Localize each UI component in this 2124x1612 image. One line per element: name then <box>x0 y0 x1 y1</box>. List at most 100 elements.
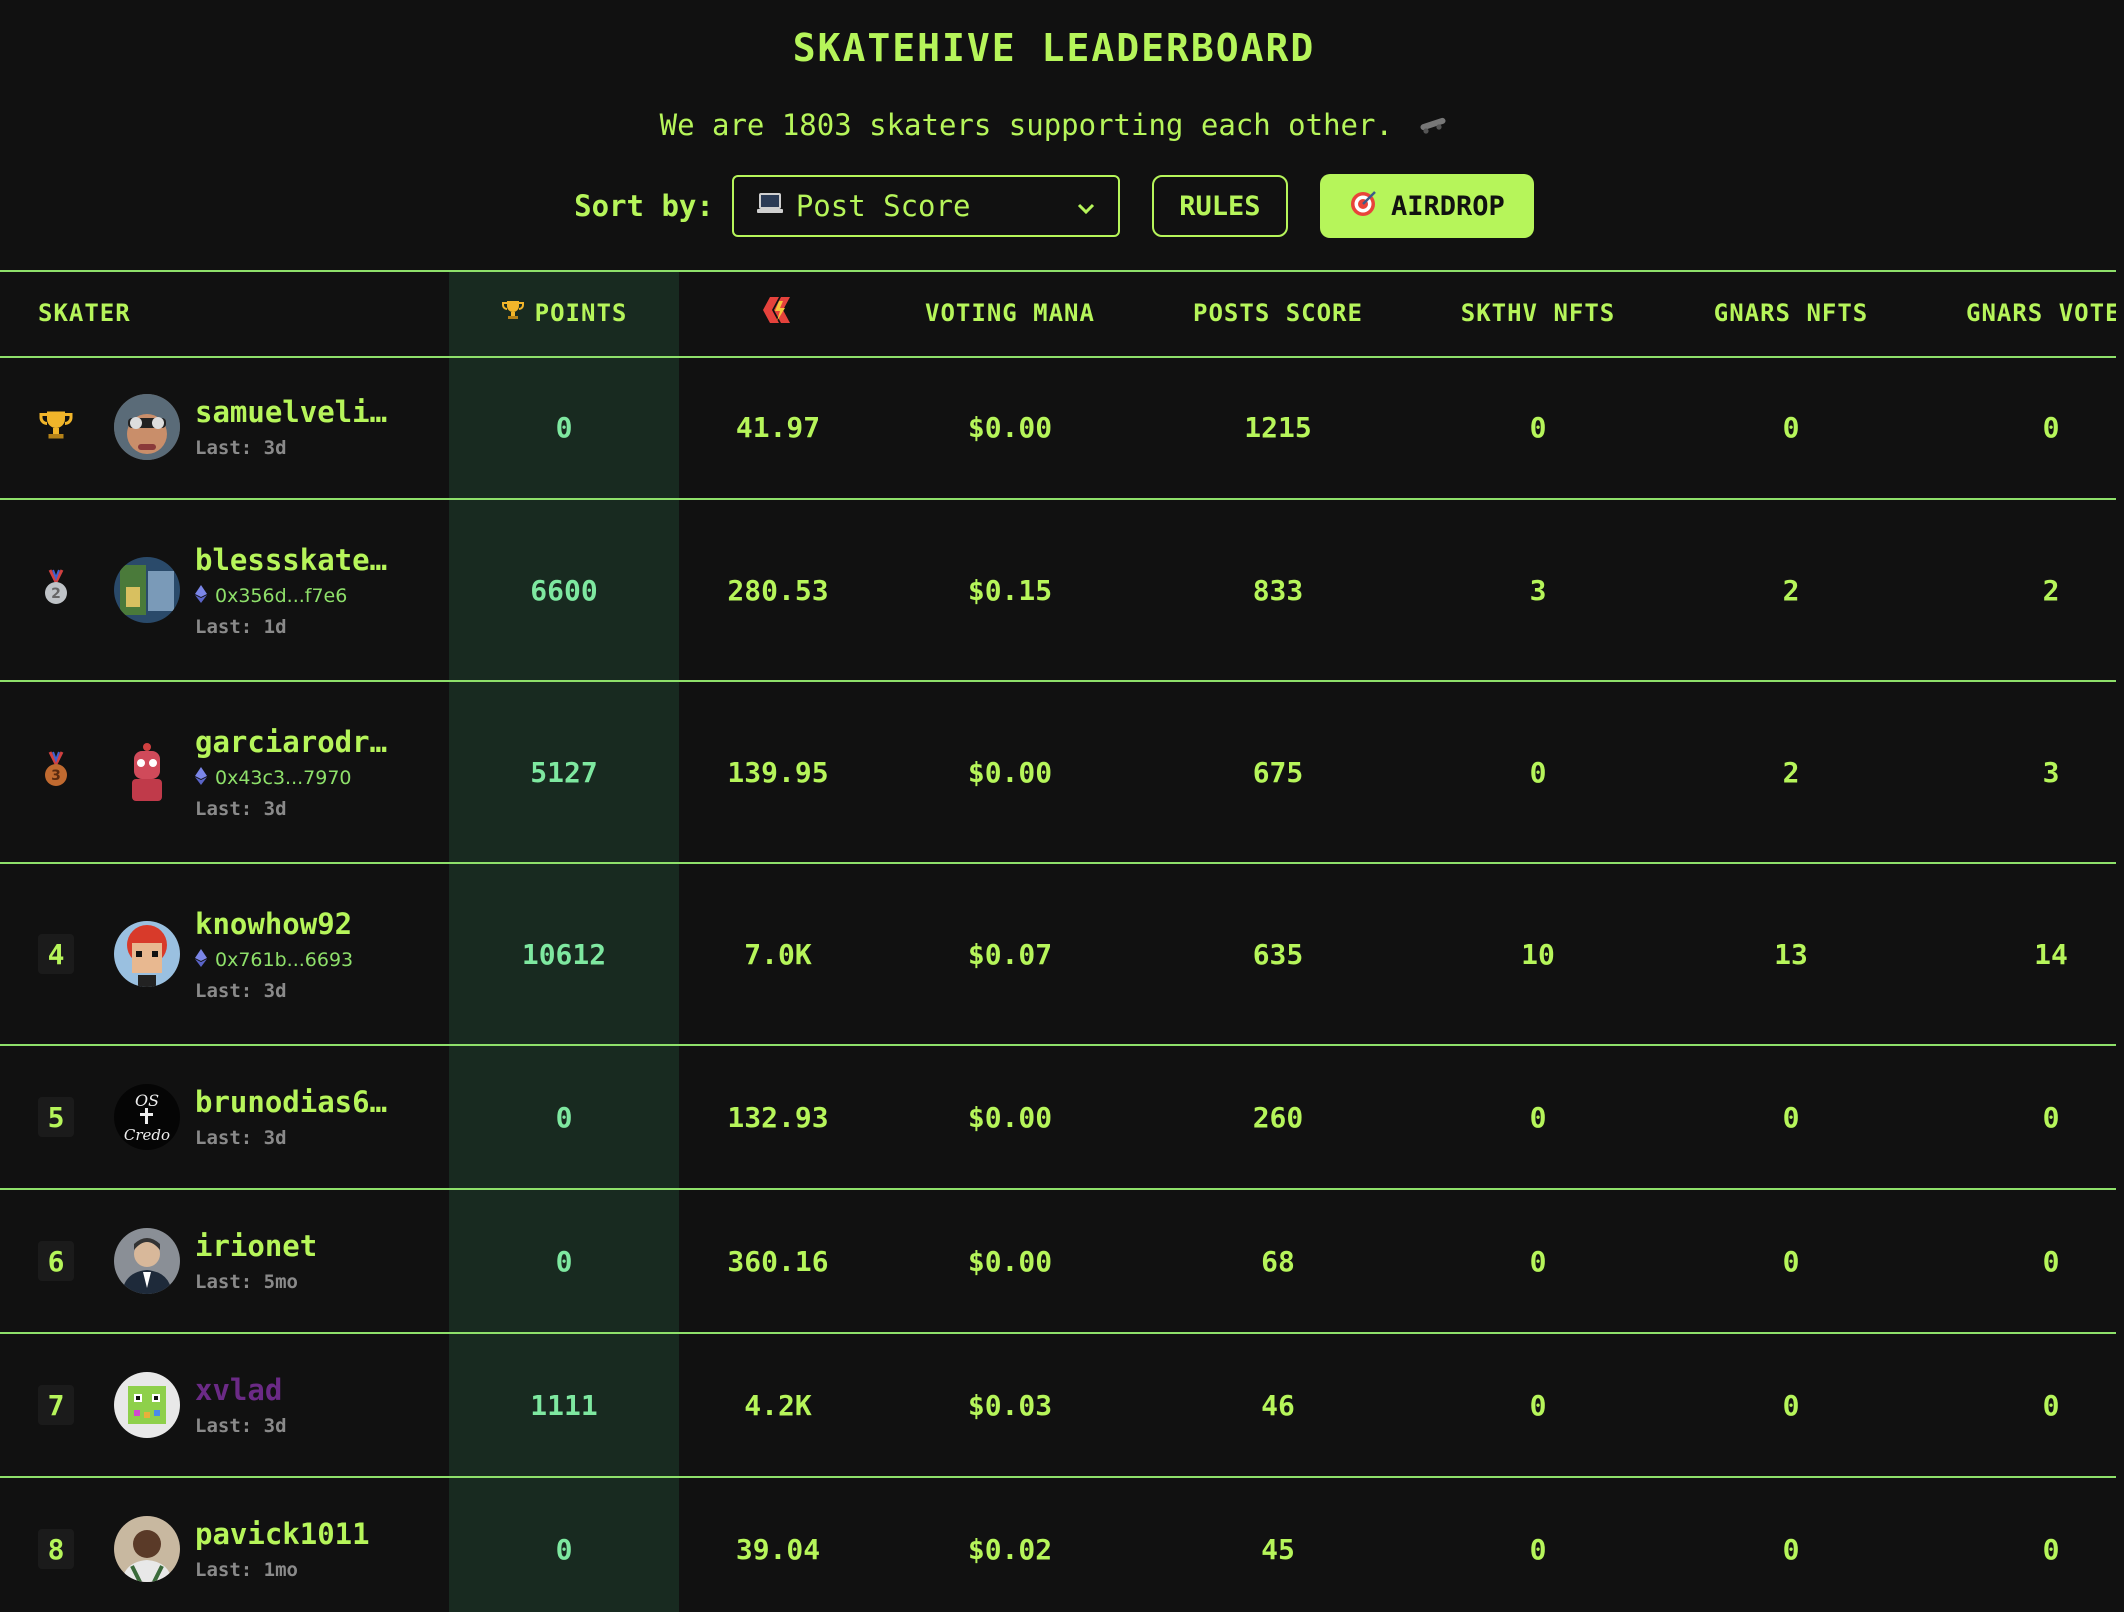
last-active: Last: 3d <box>195 797 287 820</box>
skthv-nfts-cell: 0 <box>1529 1532 1547 1566</box>
subtitle-text: We are 1803 skaters supporting each othe… <box>659 108 1393 142</box>
table-row[interactable]: 7 xvlad Last: 3d 1111 4.2K $0.03 46 0 0 … <box>0 1334 2116 1476</box>
column-header-hive-power[interactable] <box>679 270 877 356</box>
gnars-nfts-cell: 2 <box>1782 755 1800 789</box>
airdrop-button[interactable]: AIRDROP <box>1319 174 1534 238</box>
gnars-nfts-cell: 0 <box>1782 1244 1800 1278</box>
airdrop-label: AIRDROP <box>1390 190 1505 222</box>
table-row[interactable]: 3 garciarodr… 0x43c3...7970 Last: 3d 512… <box>0 682 2116 862</box>
wallet-text: 0x761b...6693 <box>215 949 354 971</box>
rank-cell: 5 <box>38 1046 74 1188</box>
avatar[interactable] <box>114 1516 180 1582</box>
posts-score-cell: 68 <box>1261 1244 1295 1278</box>
svg-text:OS: OS <box>135 1091 159 1110</box>
avatar[interactable] <box>114 739 180 805</box>
posts-score-cell: 833 <box>1252 573 1304 607</box>
avatar[interactable]: OS Credo <box>114 1084 180 1150</box>
table-row[interactable]: 4 knowhow92 0x761b...6693 Last: 3d 10612… <box>0 864 2116 1044</box>
table-row[interactable]: 2 blessskate… 0x356d...f7e6 Last: 1d 660… <box>0 500 2116 680</box>
chevron-down-icon <box>1076 189 1096 223</box>
points-cell: 10612 <box>521 937 607 971</box>
skthv-nfts-cell: 3 <box>1529 573 1547 607</box>
points-cell: 0 <box>555 410 573 444</box>
last-active: Last: 5mo <box>195 1271 298 1293</box>
last-active: Last: 3d <box>195 979 287 1002</box>
skater-info: xvlad Last: 3d <box>195 1334 287 1476</box>
target-icon <box>1349 188 1379 225</box>
wallet-address[interactable]: 0x356d...f7e6 <box>195 584 387 608</box>
hive-power-cell: 7.0K <box>744 937 812 971</box>
skater-name[interactable]: pavick1011 <box>195 1517 370 1551</box>
hive-power-cell: 139.95 <box>727 755 829 789</box>
wallet-address[interactable]: 0x43c3...7970 <box>195 766 387 790</box>
gnars-nfts-cell: 13 <box>1774 937 1808 971</box>
skater-name[interactable]: knowhow92 <box>195 907 353 941</box>
skater-info: knowhow92 0x761b...6693 Last: 3d <box>195 864 353 1044</box>
skthv-nfts-cell: 0 <box>1529 1388 1547 1422</box>
skater-name[interactable]: brunodias6… <box>195 1085 387 1119</box>
skthv-nfts-cell: 10 <box>1521 937 1555 971</box>
last-active: Last: 3d <box>195 1415 287 1437</box>
skater-name[interactable]: garciarodr… <box>195 725 387 759</box>
gnars-nfts-cell: 2 <box>1782 573 1800 607</box>
laptop-icon <box>756 189 784 223</box>
ethereum-icon <box>195 584 207 608</box>
sort-select-value: Post Score <box>795 189 971 223</box>
column-header-points[interactable]: POINTS <box>449 270 679 356</box>
table-row[interactable]: 6 irionet Last: 5mo 0 360.16 $0.00 68 0 … <box>0 1190 2116 1332</box>
avatar[interactable] <box>114 1228 180 1294</box>
table-row[interactable]: samuelveli… Last: 3d 0 41.97 $0.00 1215 … <box>0 356 2116 498</box>
column-header-gnars-nfts[interactable]: GNARS NFTS <box>1663 270 1919 356</box>
sort-select[interactable]: Post Score <box>731 175 1120 237</box>
column-header-gnars-votes[interactable]: GNARS VOTE <box>1966 270 2116 356</box>
points-cell: 1111 <box>530 1388 598 1422</box>
avatar[interactable] <box>114 557 180 623</box>
points-header-label: POINTS <box>534 299 628 327</box>
rank-cell <box>38 356 74 498</box>
rank-number: 7 <box>38 1385 74 1425</box>
leaderboard-table: SKATER POINTS VOTING MANA POSTS SCORE SK… <box>0 270 2116 1612</box>
last-active: Last: 1mo <box>195 1559 298 1581</box>
skater-name[interactable]: irionet <box>195 1229 317 1263</box>
table-row[interactable]: 8 pavick1011 Last: 1mo 0 39.04 $0.02 45 … <box>0 1478 2116 1612</box>
gnars-votes-cell: 14 <box>2034 937 2068 971</box>
posts-score-cell: 260 <box>1252 1100 1304 1134</box>
gnars-votes-cell: 0 <box>2042 1532 2060 1566</box>
column-header-voting-mana[interactable]: VOTING MANA <box>877 270 1143 356</box>
rank-number: 8 <box>38 1529 74 1569</box>
column-header-skthv-nfts[interactable]: SKTHV NFTS <box>1413 270 1663 356</box>
last-active: Last: 1d <box>195 615 287 638</box>
hive-power-cell: 4.2K <box>744 1388 812 1422</box>
page-title: SKATEHIVE LEADERBOARD <box>792 26 1316 70</box>
voting-mana-cell: $0.02 <box>967 1532 1053 1566</box>
skater-name[interactable]: blessskate… <box>195 543 387 577</box>
rules-button[interactable]: RULES <box>1151 175 1288 237</box>
column-header-posts-score[interactable]: POSTS SCORE <box>1143 270 1413 356</box>
gnars-votes-cell: 3 <box>2042 755 2060 789</box>
table-row[interactable]: 5 OS Credo brunodias6… Last: 3d 0 132.93 … <box>0 1046 2116 1188</box>
skater-name[interactable]: samuelveli… <box>195 395 387 429</box>
points-cell: 0 <box>555 1100 573 1134</box>
last-active: Last: 3d <box>195 437 287 459</box>
skthv-nfts-cell: 0 <box>1529 1100 1547 1134</box>
wallet-text: 0x43c3...7970 <box>215 767 352 789</box>
voting-mana-cell: $0.00 <box>967 755 1053 789</box>
skater-info: samuelveli… Last: 3d <box>195 356 387 498</box>
rank-cell: 4 <box>38 864 74 1044</box>
skater-name[interactable]: xvlad <box>195 1373 287 1407</box>
rank-number: 4 <box>38 934 74 974</box>
posts-score-cell: 675 <box>1252 755 1304 789</box>
avatar[interactable] <box>114 394 180 460</box>
avatar[interactable] <box>114 1372 180 1438</box>
rank-cell: 8 <box>38 1478 74 1612</box>
column-header-skater[interactable]: SKATER <box>38 270 131 356</box>
skater-info: blessskate… 0x356d...f7e6 Last: 1d <box>195 500 387 680</box>
wallet-text: 0x356d...f7e6 <box>215 585 348 607</box>
rank-number: 6 <box>38 1241 74 1281</box>
posts-score-cell: 635 <box>1252 937 1304 971</box>
avatar[interactable] <box>114 921 180 987</box>
hive-power-cell: 39.04 <box>735 1532 821 1566</box>
gnars-nfts-cell: 0 <box>1782 1532 1800 1566</box>
trophy-icon <box>501 298 525 328</box>
wallet-address[interactable]: 0x761b...6693 <box>195 948 354 972</box>
